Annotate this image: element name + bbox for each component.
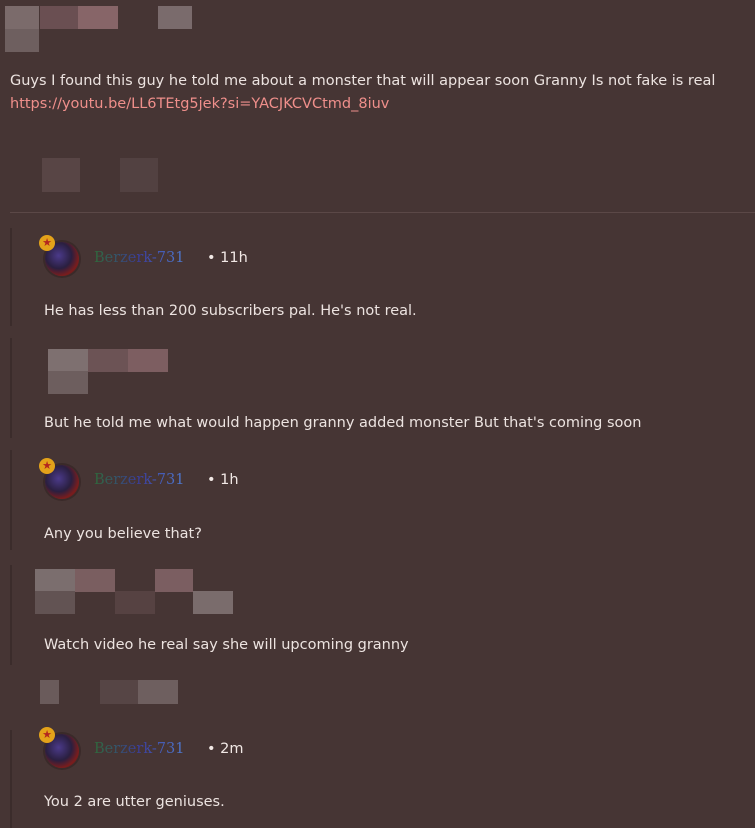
- star-badge-icon: ★: [39, 235, 55, 251]
- post-body: Guys I found this guy he told me about a…: [10, 73, 716, 89]
- timestamp: • 1h: [207, 472, 239, 488]
- reply-text: Watch video he real say she will upcomin…: [44, 637, 409, 653]
- username[interactable]: Berzerk-731: [94, 472, 184, 488]
- thread-line: [10, 730, 12, 828]
- reply-text: You 2 are utter geniuses.: [44, 794, 225, 810]
- timestamp: • 11h: [207, 250, 248, 266]
- reply-text: But he told me what would happen granny …: [44, 415, 642, 431]
- reply-text: He has less than 200 subscribers pal. He…: [44, 303, 417, 319]
- thread-line: [10, 338, 12, 438]
- timestamp: • 2m: [207, 741, 244, 757]
- username[interactable]: Berzerk-731: [94, 741, 184, 757]
- thread-line: [10, 565, 12, 665]
- thread-line: [10, 228, 12, 326]
- star-badge-icon: ★: [39, 727, 55, 743]
- divider: [10, 212, 755, 213]
- reply-text: Any you believe that?: [44, 526, 202, 542]
- thread-line: [10, 450, 12, 550]
- post-link[interactable]: https://youtu.be/LL6TEtg5jek?si=YACJKCVC…: [10, 96, 389, 112]
- username[interactable]: Berzerk-731: [94, 250, 184, 266]
- star-badge-icon: ★: [39, 458, 55, 474]
